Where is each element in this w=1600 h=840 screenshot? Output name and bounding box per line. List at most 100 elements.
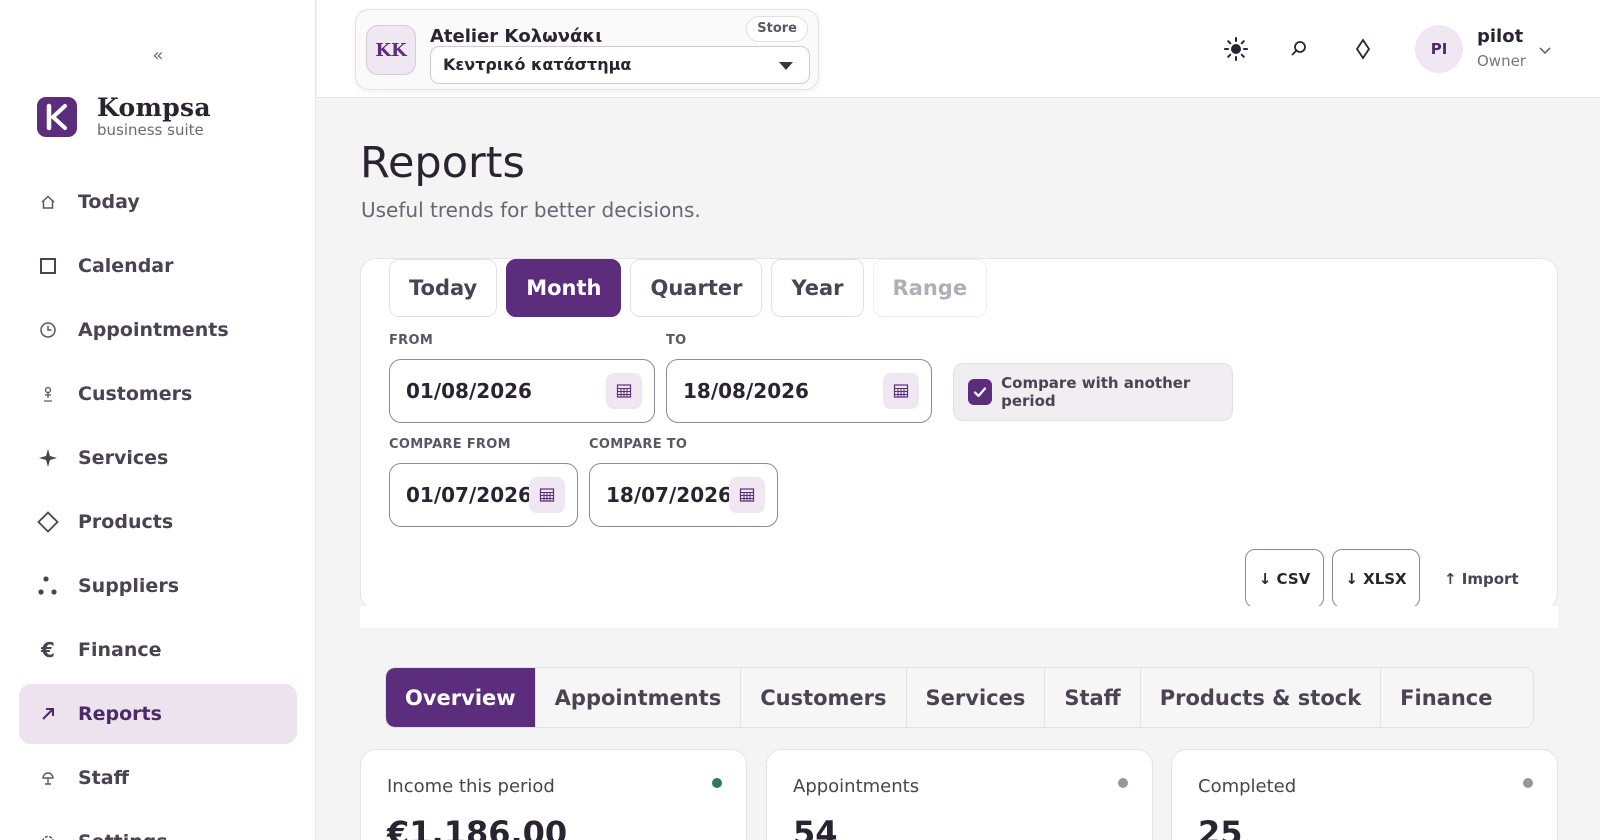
compare-from-label: COMPARE FROM xyxy=(389,437,511,452)
sidebar-item-label: Finance xyxy=(78,639,162,661)
export-xlsx-button[interactable]: ↓ XLSX xyxy=(1332,549,1420,608)
user-menu-chevron-icon[interactable] xyxy=(1535,40,1555,60)
brand[interactable]: Kompsa business suite xyxy=(37,95,211,139)
sidebar-item-label: Services xyxy=(78,447,169,469)
sidebar-item-suppliers[interactable]: Suppliers xyxy=(19,556,297,616)
stat-value: €1,186.00 xyxy=(387,814,568,840)
brand-name: Kompsa xyxy=(97,93,211,122)
user-role: Owner xyxy=(1477,52,1526,70)
sidebar-item-label: Staff xyxy=(78,767,129,789)
to-date-field[interactable]: 18/08/2026 xyxy=(666,359,932,423)
compare-checkbox[interactable] xyxy=(968,379,993,405)
compare-from-date-field[interactable]: 01/07/2026 xyxy=(389,463,578,527)
period-tab-quarter[interactable]: Quarter xyxy=(630,259,763,317)
report-tabs: Overview Appointments Customers Services… xyxy=(385,667,1534,728)
user-name: pilot xyxy=(1477,26,1524,47)
staff-icon xyxy=(37,767,59,789)
settings-icon xyxy=(37,831,59,840)
sidebar-nav: Today Calendar Appointments Customers Se… xyxy=(19,172,297,840)
search-button[interactable] xyxy=(1284,34,1314,64)
sidebar-item-settings[interactable]: Settings xyxy=(19,812,297,840)
page-subtitle: Useful trends for better decisions. xyxy=(361,198,701,222)
premium-button[interactable] xyxy=(1348,34,1378,64)
status-dot xyxy=(1523,778,1533,788)
tab-products-stock[interactable]: Products & stock xyxy=(1141,668,1382,727)
store-tag-badge: Store xyxy=(746,16,808,42)
import-button[interactable]: ↑ Import xyxy=(1444,564,1519,594)
sidebar: « Kompsa business suite Today Calendar A… xyxy=(0,0,316,840)
store-avatar: KK xyxy=(366,25,416,75)
stat-label: Appointments xyxy=(793,776,920,797)
caret-down-icon xyxy=(779,62,793,70)
period-tab-today[interactable]: Today xyxy=(389,259,498,317)
compare-to-date-value: 18/07/2026 xyxy=(606,483,732,507)
search-icon xyxy=(1291,41,1306,56)
sidebar-item-finance[interactable]: € Finance xyxy=(19,620,297,680)
tab-services[interactable]: Services xyxy=(907,668,1046,727)
stat-card-income: Income this period €1,186.00 xyxy=(360,749,747,840)
page-title: Reports xyxy=(360,138,525,188)
store-select-value: Κεντρικό κατάστημα xyxy=(443,55,632,74)
tab-finance[interactable]: Finance xyxy=(1381,668,1511,727)
sidebar-item-calendar[interactable]: Calendar xyxy=(19,236,297,296)
brand-logo-icon xyxy=(37,97,77,137)
period-tab-year[interactable]: Year xyxy=(771,259,864,317)
theme-toggle-button[interactable] xyxy=(1221,34,1251,64)
calendar-picker-icon[interactable] xyxy=(606,373,642,409)
store-select[interactable]: Κεντρικό κατάστημα xyxy=(430,46,810,84)
from-date-field[interactable]: 01/08/2026 xyxy=(389,359,655,423)
to-label: TO xyxy=(666,333,687,348)
compare-to-label: COMPARE TO xyxy=(589,437,688,452)
status-dot xyxy=(712,778,722,788)
tab-customers[interactable]: Customers xyxy=(741,668,907,727)
sidebar-item-reports[interactable]: Reports xyxy=(19,684,297,744)
compare-from-date-value: 01/07/2026 xyxy=(406,483,532,507)
tab-appointments[interactable]: Appointments xyxy=(536,668,742,727)
stat-value: 25 xyxy=(1198,814,1243,840)
calendar-picker-icon[interactable] xyxy=(729,477,765,513)
stat-label: Completed xyxy=(1198,776,1297,797)
sparkle-icon xyxy=(37,447,59,469)
sidebar-item-label: Today xyxy=(78,191,140,213)
stat-card-completed: Completed 25 xyxy=(1171,749,1558,840)
sidebar-item-products[interactable]: Products xyxy=(19,492,297,552)
tab-staff[interactable]: Staff xyxy=(1045,668,1141,727)
sidebar-item-services[interactable]: Services xyxy=(19,428,297,488)
calendar-picker-icon[interactable] xyxy=(529,477,565,513)
sidebar-item-label: Settings xyxy=(78,831,168,840)
sidebar-item-label: Appointments xyxy=(78,319,229,341)
user-avatar[interactable]: PI xyxy=(1415,25,1463,73)
compare-to-date-field[interactable]: 18/07/2026 xyxy=(589,463,778,527)
sidebar-item-label: Customers xyxy=(78,383,193,405)
sidebar-item-label: Products xyxy=(78,511,174,533)
compare-label: Compare with another period xyxy=(1001,374,1191,410)
from-label: FROM xyxy=(389,333,434,348)
arrow-up-right-icon xyxy=(37,703,59,725)
collapse-sidebar-button[interactable]: « xyxy=(148,46,168,66)
from-date-value: 01/08/2026 xyxy=(406,379,532,403)
stat-label: Income this period xyxy=(387,776,555,797)
diamond-icon xyxy=(1355,38,1371,60)
export-csv-button[interactable]: ↓ CSV xyxy=(1245,549,1324,608)
sidebar-item-customers[interactable]: Customers xyxy=(19,364,297,424)
period-tabs: Today Month Quarter Year Range xyxy=(389,259,996,317)
compare-period-toggle[interactable]: Compare with another period xyxy=(953,363,1233,421)
diamond-icon xyxy=(37,511,59,533)
brand-subtitle: business suite xyxy=(97,121,204,139)
status-dot xyxy=(1118,778,1128,788)
calendar-icon xyxy=(37,255,59,277)
filter-card-footer xyxy=(360,606,1558,628)
tab-overview[interactable]: Overview xyxy=(386,668,536,727)
calendar-picker-icon[interactable] xyxy=(883,373,919,409)
store-switcher: KK Atelier Κολωνάκι Store Κεντρικό κατάσ… xyxy=(355,9,819,90)
sidebar-item-appointments[interactable]: Appointments xyxy=(19,300,297,360)
sidebar-item-staff[interactable]: Staff xyxy=(19,748,297,808)
topbar: KK Atelier Κολωνάκι Store Κεντρικό κατάσ… xyxy=(317,0,1600,98)
sidebar-item-today[interactable]: Today xyxy=(19,172,297,232)
sidebar-item-label: Calendar xyxy=(78,255,174,277)
check-icon xyxy=(973,387,987,398)
period-tab-range: Range xyxy=(872,259,988,317)
period-tab-month[interactable]: Month xyxy=(506,259,622,317)
network-icon xyxy=(37,575,59,597)
customer-icon xyxy=(37,383,59,405)
